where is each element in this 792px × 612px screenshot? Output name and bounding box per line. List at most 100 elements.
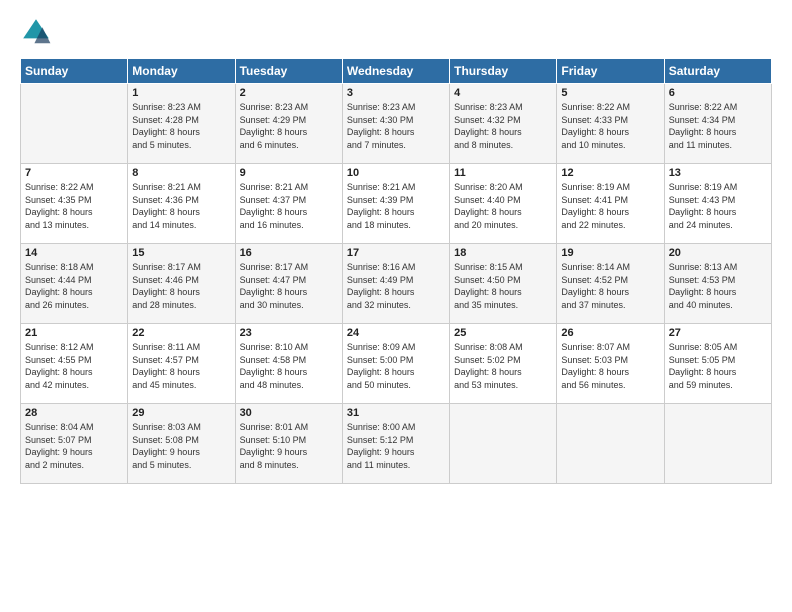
- day-info: Sunrise: 8:09 AM Sunset: 5:00 PM Dayligh…: [347, 341, 445, 391]
- day-number: 31: [347, 407, 445, 419]
- day-number: 2: [240, 87, 338, 99]
- day-header-thursday: Thursday: [450, 59, 557, 84]
- calendar-cell: 21 Sunrise: 8:12 AM Sunset: 4:55 PM Dayli…: [21, 324, 128, 404]
- day-number: 7: [25, 167, 123, 179]
- calendar-cell: 4 Sunrise: 8:23 AM Sunset: 4:32 PM Daylig…: [450, 84, 557, 164]
- day-header-friday: Friday: [557, 59, 664, 84]
- calendar-cell: 5 Sunrise: 8:22 AM Sunset: 4:33 PM Daylig…: [557, 84, 664, 164]
- week-row-2: 7Sunrise: 8:22 AM Sunset: 4:35 PM Daylig…: [21, 164, 772, 244]
- day-number: 26: [561, 327, 659, 339]
- calendar-cell: 17 Sunrise: 8:16 AM Sunset: 4:49 PM Dayli…: [342, 244, 449, 324]
- calendar-cell: 16 Sunrise: 8:17 AM Sunset: 4:47 PM Dayli…: [235, 244, 342, 324]
- day-info: Sunrise: 8:19 AM Sunset: 4:41 PM Dayligh…: [561, 181, 659, 231]
- day-number: 18: [454, 247, 552, 259]
- day-number: 14: [25, 247, 123, 259]
- day-info: Sunrise: 8:05 AM Sunset: 5:05 PM Dayligh…: [669, 341, 767, 391]
- logo-icon: [20, 16, 52, 48]
- day-header-monday: Monday: [128, 59, 235, 84]
- day-info: Sunrise: 8:04 AM Sunset: 5:07 PM Dayligh…: [25, 421, 123, 471]
- day-number: 5: [561, 87, 659, 99]
- day-info: Sunrise: 8:21 AM Sunset: 4:37 PM Dayligh…: [240, 181, 338, 231]
- day-number: 15: [132, 247, 230, 259]
- calendar-cell: 1 Sunrise: 8:23 AM Sunset: 4:28 PM Daylig…: [128, 84, 235, 164]
- calendar-table: SundayMondayTuesdayWednesdayThursdayFrid…: [20, 58, 772, 484]
- day-info: Sunrise: 8:20 AM Sunset: 4:40 PM Dayligh…: [454, 181, 552, 231]
- calendar-cell: 18 Sunrise: 8:15 AM Sunset: 4:50 PM Dayli…: [450, 244, 557, 324]
- calendar-cell: 6Sunrise: 8:22 AM Sunset: 4:34 PM Daylig…: [664, 84, 771, 164]
- day-number: 3: [347, 87, 445, 99]
- day-info: Sunrise: 8:15 AM Sunset: 4:50 PM Dayligh…: [454, 261, 552, 311]
- day-number: 22: [132, 327, 230, 339]
- day-info: Sunrise: 8:10 AM Sunset: 4:58 PM Dayligh…: [240, 341, 338, 391]
- calendar-cell: 24 Sunrise: 8:09 AM Sunset: 5:00 PM Dayli…: [342, 324, 449, 404]
- day-number: 1: [132, 87, 230, 99]
- day-number: 28: [25, 407, 123, 419]
- day-number: 17: [347, 247, 445, 259]
- week-row-3: 14 Sunrise: 8:18 AM Sunset: 4:44 PM Dayli…: [21, 244, 772, 324]
- day-info: Sunrise: 8:21 AM Sunset: 4:36 PM Dayligh…: [132, 181, 230, 231]
- day-info: Sunrise: 8:14 AM Sunset: 4:52 PM Dayligh…: [561, 261, 659, 311]
- day-info: Sunrise: 8:11 AM Sunset: 4:57 PM Dayligh…: [132, 341, 230, 391]
- calendar-cell: 15 Sunrise: 8:17 AM Sunset: 4:46 PM Dayli…: [128, 244, 235, 324]
- calendar-cell: 20 Sunrise: 8:13 AM Sunset: 4:53 PM Dayli…: [664, 244, 771, 324]
- day-number: 13: [669, 167, 767, 179]
- day-number: 24: [347, 327, 445, 339]
- day-info: Sunrise: 8:13 AM Sunset: 4:53 PM Dayligh…: [669, 261, 767, 311]
- calendar-cell: 7Sunrise: 8:22 AM Sunset: 4:35 PM Daylig…: [21, 164, 128, 244]
- header-row: SundayMondayTuesdayWednesdayThursdayFrid…: [21, 59, 772, 84]
- day-info: Sunrise: 8:22 AM Sunset: 4:33 PM Dayligh…: [561, 101, 659, 151]
- calendar-cell: 14 Sunrise: 8:18 AM Sunset: 4:44 PM Dayli…: [21, 244, 128, 324]
- day-info: Sunrise: 8:19 AM Sunset: 4:43 PM Dayligh…: [669, 181, 767, 231]
- page: SundayMondayTuesdayWednesdayThursdayFrid…: [0, 0, 792, 494]
- header: [20, 16, 772, 48]
- day-number: 4: [454, 87, 552, 99]
- day-number: 19: [561, 247, 659, 259]
- day-info: Sunrise: 8:23 AM Sunset: 4:32 PM Dayligh…: [454, 101, 552, 151]
- day-info: Sunrise: 8:01 AM Sunset: 5:10 PM Dayligh…: [240, 421, 338, 471]
- day-header-tuesday: Tuesday: [235, 59, 342, 84]
- calendar-cell: 11 Sunrise: 8:20 AM Sunset: 4:40 PM Dayli…: [450, 164, 557, 244]
- day-number: 29: [132, 407, 230, 419]
- day-info: Sunrise: 8:12 AM Sunset: 4:55 PM Dayligh…: [25, 341, 123, 391]
- day-info: Sunrise: 8:00 AM Sunset: 5:12 PM Dayligh…: [347, 421, 445, 471]
- day-info: Sunrise: 8:18 AM Sunset: 4:44 PM Dayligh…: [25, 261, 123, 311]
- day-number: 30: [240, 407, 338, 419]
- calendar-cell: 9 Sunrise: 8:21 AM Sunset: 4:37 PM Daylig…: [235, 164, 342, 244]
- day-number: 9: [240, 167, 338, 179]
- day-header-wednesday: Wednesday: [342, 59, 449, 84]
- day-header-saturday: Saturday: [664, 59, 771, 84]
- day-info: Sunrise: 8:23 AM Sunset: 4:30 PM Dayligh…: [347, 101, 445, 151]
- day-number: 27: [669, 327, 767, 339]
- calendar-cell: 31 Sunrise: 8:00 AM Sunset: 5:12 PM Dayli…: [342, 404, 449, 484]
- calendar-cell: 8 Sunrise: 8:21 AM Sunset: 4:36 PM Daylig…: [128, 164, 235, 244]
- calendar-cell: 29Sunrise: 8:03 AM Sunset: 5:08 PM Dayli…: [128, 404, 235, 484]
- day-number: 16: [240, 247, 338, 259]
- calendar-cell: 10Sunrise: 8:21 AM Sunset: 4:39 PM Dayli…: [342, 164, 449, 244]
- day-info: Sunrise: 8:17 AM Sunset: 4:46 PM Dayligh…: [132, 261, 230, 311]
- calendar-cell: 30 Sunrise: 8:01 AM Sunset: 5:10 PM Dayli…: [235, 404, 342, 484]
- day-number: 20: [669, 247, 767, 259]
- week-row-4: 21 Sunrise: 8:12 AM Sunset: 4:55 PM Dayli…: [21, 324, 772, 404]
- calendar-cell: [21, 84, 128, 164]
- calendar-cell: 28 Sunrise: 8:04 AM Sunset: 5:07 PM Dayli…: [21, 404, 128, 484]
- logo: [20, 16, 56, 48]
- day-number: 12: [561, 167, 659, 179]
- day-number: 10: [347, 167, 445, 179]
- day-number: 23: [240, 327, 338, 339]
- day-info: Sunrise: 8:16 AM Sunset: 4:49 PM Dayligh…: [347, 261, 445, 311]
- day-number: 21: [25, 327, 123, 339]
- calendar-cell: 26Sunrise: 8:07 AM Sunset: 5:03 PM Dayli…: [557, 324, 664, 404]
- day-number: 8: [132, 167, 230, 179]
- day-info: Sunrise: 8:17 AM Sunset: 4:47 PM Dayligh…: [240, 261, 338, 311]
- calendar-cell: 25Sunrise: 8:08 AM Sunset: 5:02 PM Dayli…: [450, 324, 557, 404]
- day-number: 11: [454, 167, 552, 179]
- day-info: Sunrise: 8:23 AM Sunset: 4:28 PM Dayligh…: [132, 101, 230, 151]
- calendar-cell: 23 Sunrise: 8:10 AM Sunset: 4:58 PM Dayli…: [235, 324, 342, 404]
- day-header-sunday: Sunday: [21, 59, 128, 84]
- calendar-cell: 2 Sunrise: 8:23 AM Sunset: 4:29 PM Daylig…: [235, 84, 342, 164]
- calendar-cell: 27 Sunrise: 8:05 AM Sunset: 5:05 PM Dayli…: [664, 324, 771, 404]
- calendar-cell: 22 Sunrise: 8:11 AM Sunset: 4:57 PM Dayli…: [128, 324, 235, 404]
- calendar-cell: [450, 404, 557, 484]
- day-info: Sunrise: 8:23 AM Sunset: 4:29 PM Dayligh…: [240, 101, 338, 151]
- calendar-cell: 12 Sunrise: 8:19 AM Sunset: 4:41 PM Dayli…: [557, 164, 664, 244]
